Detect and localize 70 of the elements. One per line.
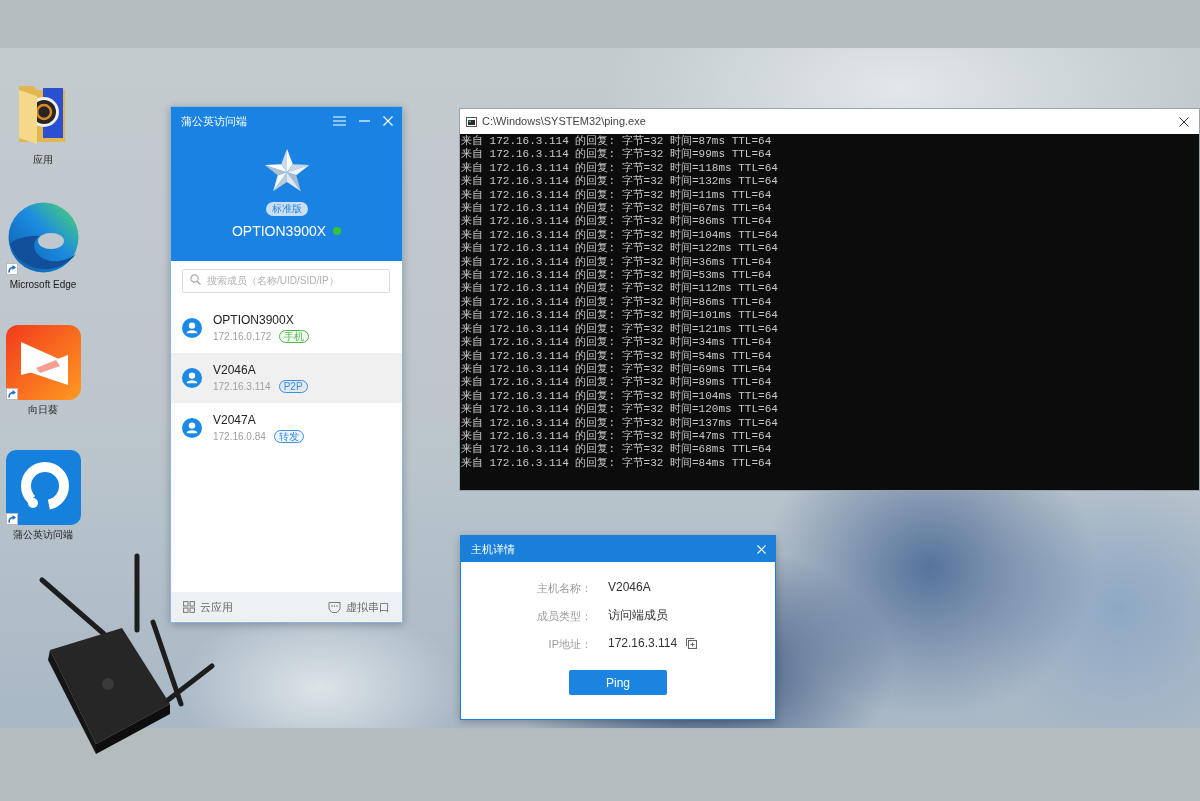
member-row[interactable]: V2047A 172.16.0.84 转发: [171, 402, 402, 453]
console-line: 来自 172.16.3.114 的回复: 字节=32 时间=34ms TTL=64: [461, 336, 772, 350]
copy-icon[interactable]: [686, 637, 698, 649]
member-row[interactable]: V2046A 172.16.3.114 P2P: [171, 352, 402, 403]
console-line: 来自 172.16.3.114 的回复: 字节=32 时间=11ms TTL=64: [461, 188, 772, 202]
console-line: 来自 172.16.3.114 的回复: 字节=32 时间=84ms TTL=64: [461, 456, 772, 471]
console-line: 来自 172.16.3.114 的回复: 字节=32 时间=122ms TTL=64: [461, 242, 778, 256]
member-row[interactable]: OPTION3900X 172.16.0.172 手机: [171, 302, 402, 353]
shortcut-label[interactable]: Microsoft Edge: [8, 279, 78, 291]
console-line: 来自 172.16.3.114 的回复: 字节=32 时间=121ms TTL=64: [461, 322, 778, 336]
connection-tag: 手机: [279, 330, 310, 343]
console-line: 来自 172.16.3.114 的回复: 字节=32 时间=54ms TTL=64: [461, 349, 772, 363]
console-line: 来自 172.16.3.114 的回复: 字节=32 时间=112ms TTL=64: [461, 282, 778, 296]
console-line: 来自 172.16.3.114 的回复: 字节=32 时间=120ms TTL=64: [461, 403, 778, 417]
shortcut-label[interactable]: 应用: [32, 154, 54, 166]
member-ip: 172.16.0.172: [213, 329, 272, 344]
device-name: OPTION3900X: [231, 222, 327, 240]
edition-tag: 标准版: [265, 202, 308, 216]
ring-icon[interactable]: [5, 450, 81, 525]
console-line: 来自 172.16.3.114 的回复: 字节=32 时间=47ms TTL=64: [461, 429, 772, 443]
field-value: V2046A: [608, 580, 651, 594]
member-ip: 172.16.3.114: [213, 379, 271, 394]
console-line: 来自 172.16.3.114 的回复: 字节=32 时间=67ms TTL=64: [461, 202, 772, 215]
member-name: V2046A: [213, 361, 257, 378]
member-name: OPTION3900X: [213, 311, 295, 328]
serial-port-button[interactable]: 虚拟串口: [328, 600, 390, 614]
swirl-icon[interactable]: [5, 200, 81, 275]
search-field[interactable]: 搜索成员（名称/UID/SID/IP）: [182, 268, 390, 293]
dialog-title: 主机详情: [471, 542, 515, 556]
field-label: 成员类型：: [537, 610, 592, 622]
ping-button[interactable]: Ping: [569, 670, 667, 695]
console-line: 来自 172.16.3.114 的回复: 字节=32 时间=137ms TTL=64: [461, 416, 778, 430]
field-label: IP地址：: [548, 638, 592, 650]
star-icon: [263, 148, 310, 192]
member-ip: 172.16.0.84: [213, 429, 266, 444]
avatar-icon: [182, 417, 202, 438]
console-line: 来自 172.16.3.114 的回复: 字节=32 时间=99ms TTL=64: [461, 148, 772, 162]
window-title: 蒲公英访问端: [181, 114, 247, 128]
console-line: 来自 172.16.3.114 的回复: 字节=32 时间=132ms TTL=64: [461, 175, 778, 189]
window-title: C:\Windows\SYSTEM32\ping.exe: [482, 115, 646, 128]
triangles-icon[interactable]: [5, 325, 81, 400]
console-line: 来自 172.16.3.114 的回复: 字节=32 时间=118ms TTL=64: [461, 161, 778, 175]
console-line: 来自 172.16.3.114 的回复: 字节=32 时间=101ms TTL=64: [461, 309, 778, 323]
console-icon: [466, 116, 477, 127]
console-line: 来自 172.16.3.114 的回复: 字节=32 时间=86ms TTL=64: [461, 215, 772, 229]
avatar-icon: [182, 317, 202, 338]
field-value: 访问端成员: [608, 608, 668, 622]
shortcut-label[interactable]: 向日葵: [27, 404, 59, 416]
console-line: 来自 172.16.3.114 的回复: 字节=32 时间=36ms TTL=64: [461, 255, 772, 269]
field-label: 主机名称：: [537, 582, 592, 594]
avatar-icon: [182, 367, 202, 388]
console-line: 来自 172.16.3.114 的回复: 字节=32 时间=104ms TTL=64: [461, 228, 778, 242]
console-line: 来自 172.16.3.114 的回复: 字节=32 时间=69ms TTL=64: [461, 362, 772, 376]
shortcut-label[interactable]: 蒲公英访问端: [12, 529, 74, 541]
serial-port-icon: [328, 601, 341, 613]
grid-icon: [183, 601, 195, 613]
connection-tag: P2P: [278, 380, 308, 393]
console-line: 来自 172.16.3.114 的回复: 字节=32 时间=86ms TTL=64: [461, 295, 772, 309]
cloud-apps-button[interactable]: 云应用: [183, 600, 233, 614]
console-line: 来自 172.16.3.114 的回复: 字节=32 时间=53ms TTL=64: [461, 269, 772, 282]
field-value: 172.16.3.114: [608, 636, 678, 650]
connection-tag: 转发: [273, 430, 304, 443]
search-icon: [190, 274, 201, 285]
close-icon[interactable]: [1179, 116, 1189, 127]
menu-icon[interactable]: [333, 116, 346, 126]
console-line: 来自 172.16.3.114 的回复: 字节=32 时间=89ms TTL=64: [461, 376, 772, 390]
console-line: 来自 172.16.3.114 的回复: 字节=32 时间=87ms TTL=64: [461, 135, 772, 148]
member-name: V2047A: [213, 411, 257, 428]
console-line: 来自 172.16.3.114 的回复: 字节=32 时间=68ms TTL=64: [461, 443, 772, 457]
console-line: 来自 172.16.3.114 的回复: 字节=32 时间=104ms TTL=64: [461, 389, 778, 403]
